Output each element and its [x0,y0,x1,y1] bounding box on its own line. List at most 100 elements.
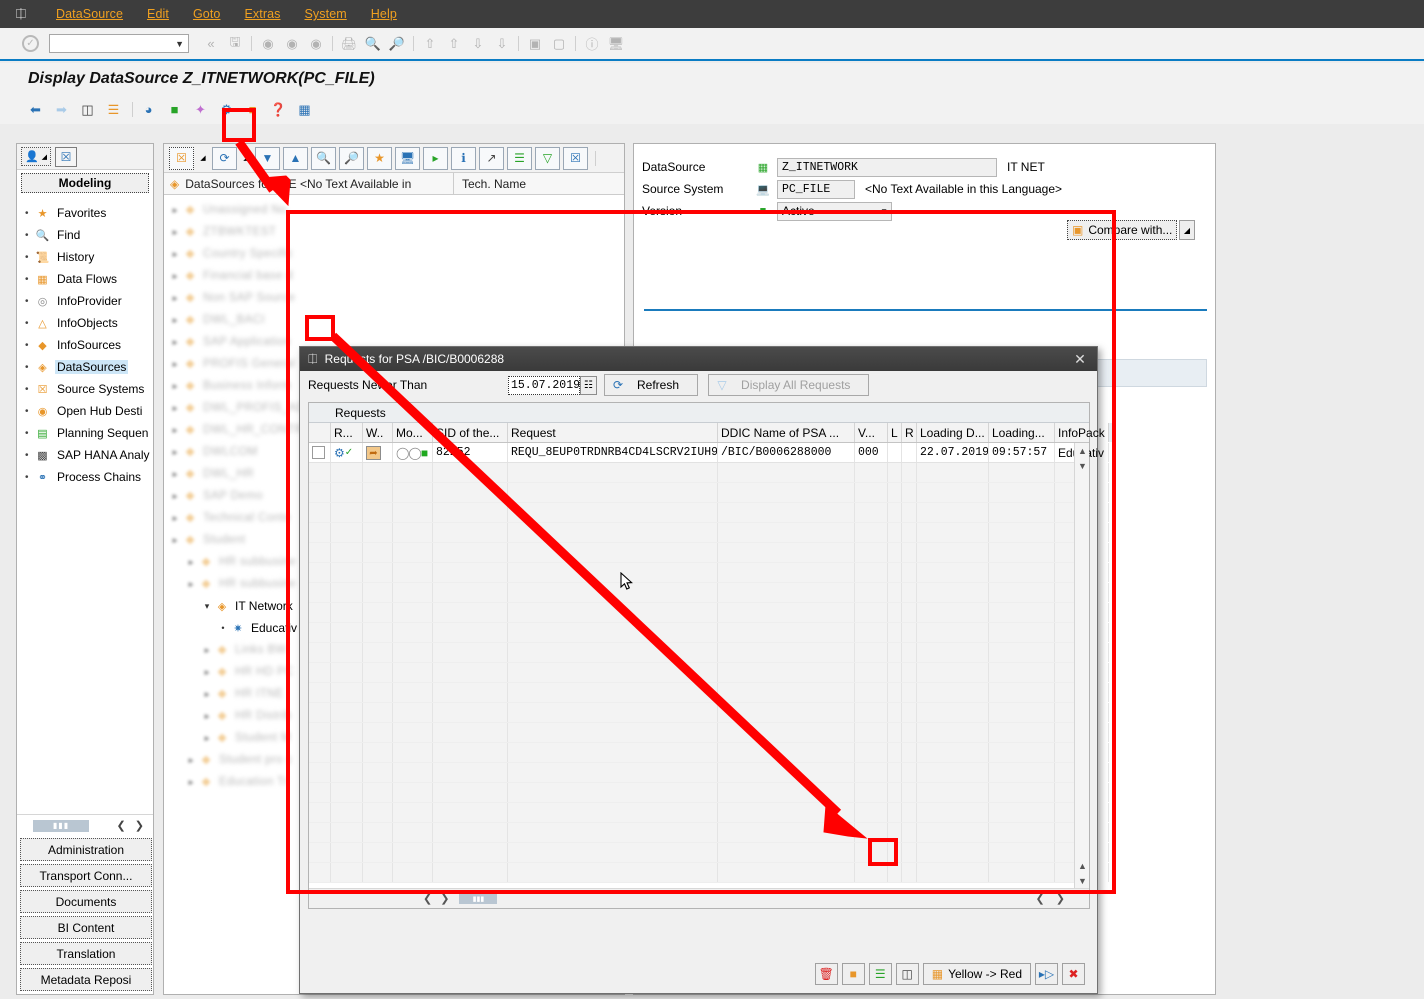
tree-column-header-techname[interactable]: Tech. Name [454,177,526,191]
scroll-down-icon[interactable]: ▼ [1075,458,1090,473]
chevron-right-icon[interactable]: ▸ [200,667,214,678]
tree-node[interactable]: ▸ ❖ Non SAP Source [164,287,624,309]
where-used-icon[interactable]: ❓ [267,99,290,120]
column-header-w[interactable]: W.. [363,423,393,442]
scroll-up-icon[interactable]: ▲ [1075,443,1090,458]
chevron-down-icon[interactable]: ▼ [175,39,184,49]
scroll-right-icon[interactable]: ❯ [135,820,144,832]
collapse-all-button[interactable]: ▼ [255,146,280,170]
menu-item-goto[interactable]: Goto [181,5,233,23]
sidebar-item-find[interactable]: • 🔍 Find [23,224,153,246]
navigation-horizontal-scrollbar[interactable]: ▮▮▮ ❮ ❯ [17,814,153,836]
psa-maintenance-button[interactable]: ■ [841,963,865,985]
close-navigation-button[interactable]: ☒ [55,146,77,167]
enter-check-icon[interactable]: ✓ [22,35,39,52]
sidebar-item-infosources[interactable]: • ◆ InfoSources [23,334,153,356]
chevron-right-icon[interactable]: ▸ [184,557,198,568]
tree-node[interactable]: ▸ ❖ DWL_BACI [164,309,624,331]
chevron-right-icon[interactable]: ▸ [200,689,214,700]
nav-button-metadata-repository[interactable]: Metadata Reposi [20,968,152,991]
chevron-right-icon[interactable]: ▸ [184,777,198,788]
menu-item-extras[interactable]: Extras [232,5,292,23]
datasource-value[interactable]: Z_ITNETWORK [777,157,997,177]
role-selection-button[interactable]: 👤 ◢ [21,147,51,166]
sidebar-item-data-flows[interactable]: • ▦ Data Flows [23,268,153,290]
nav-button-administration[interactable]: Administration [20,838,152,861]
add-favorite-button[interactable]: ★ [367,146,392,170]
settings-icon[interactable]: ⚙ [215,99,238,120]
sidebar-item-planning-sequences[interactable]: • ▤ Planning Sequen [23,422,153,444]
chevron-right-icon[interactable]: ▸ [168,359,182,370]
chevron-right-icon[interactable]: ▸ [168,227,182,238]
forward-arrow-icon[interactable]: ➡ [50,99,73,120]
detail-button[interactable]: ◫ [895,963,919,985]
chevron-right-icon[interactable]: ▸ [200,711,214,722]
delete-request-button[interactable]: 🗑 [814,963,838,985]
monitor-button[interactable]: ☰ [868,963,892,985]
goto-button[interactable]: ↗ [479,146,504,170]
column-header-l[interactable]: L [888,423,902,442]
list-view-icon[interactable]: ◫ [76,99,99,120]
chevron-right-icon[interactable]: ▸ [168,513,182,524]
chevron-right-icon[interactable]: ▸ [168,293,182,304]
column-header-r[interactable]: R... [331,423,363,442]
delete-filter-button[interactable]: ☒ [563,146,588,170]
find-button[interactable]: 🔍 [311,146,336,170]
source-system-value[interactable]: PC_FILE [777,179,855,199]
column-header-ddic[interactable]: DDIC Name of PSA ... [718,423,855,442]
sidebar-item-infoobjects[interactable]: • △ InfoObjects [23,312,153,334]
column-header-loadd[interactable]: Loading D... [917,423,989,442]
chevron-right-icon[interactable]: ▸ [184,579,198,590]
grid-settings-icon[interactable]: ▦ [1109,423,1113,442]
sidebar-item-datasources[interactable]: • ◈ DataSources [23,356,153,378]
display-settings-button[interactable]: 🖥 [395,146,420,170]
column-header-r2[interactable]: R [902,423,917,442]
grid-scroll-right-arrows[interactable]: ❮ ❯ [1032,892,1070,905]
scroll-page-up-icon[interactable]: ▲ [1075,858,1090,873]
sidebar-item-favorites[interactable]: • ★ Favorites [23,202,153,224]
chevron-down-icon[interactable]: ▾ [200,601,214,612]
column-header-loadt[interactable]: Loading... [989,423,1055,442]
chevron-right-icon[interactable]: ▸ [168,535,182,546]
tree-node[interactable]: ▸ ❖ Country Specific [164,243,624,265]
column-header-mo[interactable]: Mo... [393,423,433,442]
next-button[interactable]: ▸▷ [1035,963,1058,985]
scroll-left-icon[interactable]: ❮ [117,820,126,832]
cancel-button[interactable]: ✖ [1062,963,1085,985]
refresh-button[interactable]: ⟳ Refresh [604,374,699,396]
scroll-left-icon[interactable]: ❮ [1036,893,1045,905]
table-row[interactable]: ⚙ ✓ ➦ ◯◯ ■ 82252 REQU_8EUP0TRDNRB4CD4LSCRV2IUH… [309,443,1109,463]
grid-scroll-left-arrows[interactable]: ❮ ❯ [419,892,453,905]
scrollbar-thumb[interactable]: ▮▮▮ [33,819,89,832]
chevron-right-icon[interactable]: ▸ [168,205,182,216]
chevron-right-icon[interactable]: ▸ [168,425,182,436]
chevron-right-icon[interactable]: ▸ [168,271,182,282]
refresh-dropdown-caret[interactable]: ◢ [240,147,252,170]
find-next-button[interactable]: 🔎 [339,146,364,170]
scroll-right-icon[interactable]: ❯ [1056,893,1065,905]
chevron-right-icon[interactable]: ▸ [168,469,182,480]
back-arrow-icon[interactable]: ⬅ [24,99,47,120]
tree-view-icon[interactable]: ☰ [102,99,125,120]
compare-with-dropdown[interactable]: ◢ [1179,220,1195,240]
chevron-right-icon[interactable]: ▸ [168,403,182,414]
column-header-request[interactable]: Request [508,423,718,442]
menu-item-system[interactable]: System [293,5,359,23]
grid-vertical-scrollbar[interactable]: ▲ ▼ ▲ ▼ [1074,443,1089,888]
sidebar-item-infoprovider[interactable]: • ◎ InfoProvider [23,290,153,312]
scroll-arrows[interactable]: ❮ ❯ [114,819,148,832]
display-change-icon[interactable]: ◕ [137,99,160,120]
sidebar-item-process-chains[interactable]: • ⚭ Process Chains [23,466,153,488]
scroll-right-icon[interactable]: ❯ [440,892,449,905]
toolbar-dropdown-caret[interactable]: ◢ [197,147,209,170]
menu-item-datasource[interactable]: DataSource [44,5,135,23]
scroll-left-icon[interactable]: ❮ [423,892,432,905]
chevron-right-icon[interactable]: ▸ [168,381,182,392]
chevron-right-icon[interactable]: ▸ [168,249,182,260]
nav-button-documents[interactable]: Documents [20,890,152,913]
grid-horizontal-scrollbar[interactable]: ❮ ❯ ▮▮▮ ❮ ❯ [309,888,1089,908]
horizontal-scrollbar-thumb[interactable]: ▮▮▮ [459,893,498,904]
nav-button-bi-content[interactable]: BI Content [20,916,152,939]
yellow-to-red-button[interactable]: ▦ Yellow -> Red [922,963,1031,985]
new-folder-button[interactable]: ▸ [423,146,448,170]
